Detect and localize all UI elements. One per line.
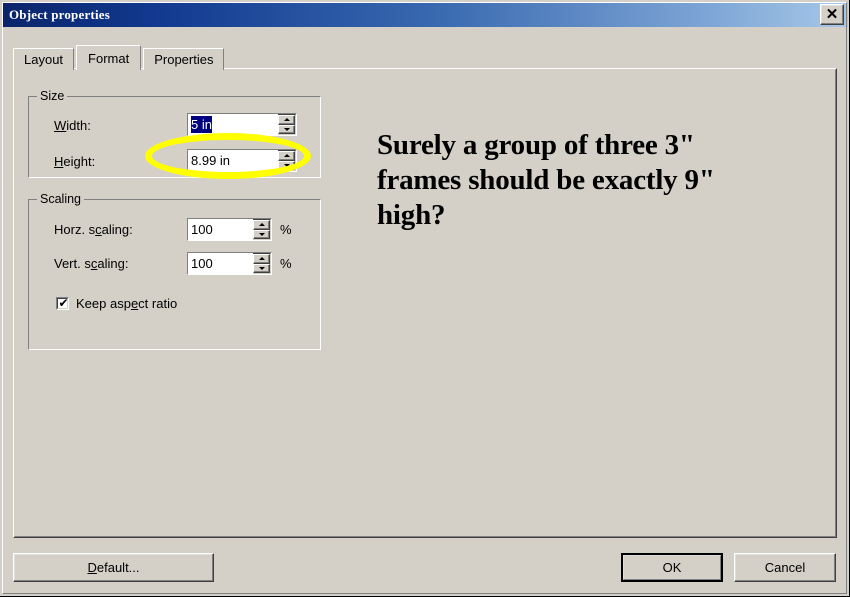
arrow-down-icon — [283, 163, 290, 167]
height-label-accel: H — [54, 154, 64, 169]
horz-scaling-spin-buttons — [253, 220, 270, 239]
horz-scaling-spinner[interactable]: 100 — [187, 218, 272, 241]
arrow-up-icon — [283, 154, 290, 158]
keep-aspect-label-post: ct ratio — [138, 296, 178, 311]
tab-properties[interactable]: Properties — [143, 48, 225, 70]
horz-scaling-unit: % — [280, 222, 292, 237]
keep-aspect-ratio-checkbox[interactable]: ✔ Keep aspect ratio — [56, 296, 177, 311]
width-spin-down-button[interactable] — [278, 124, 295, 134]
vert-scaling-label-pre: Vert. s — [54, 256, 91, 271]
keep-aspect-label-pre: Keep asp — [76, 296, 131, 311]
arrow-down-icon — [258, 266, 265, 270]
vert-scaling-spin-buttons — [253, 254, 270, 273]
vert-scaling-value: 100 — [191, 256, 213, 271]
arrow-up-icon — [283, 118, 290, 122]
scaling-group: Scaling Horz. scaling: 100 % Vert. scali… — [28, 192, 321, 350]
cancel-button[interactable]: Cancel — [734, 553, 836, 582]
dialog-titlebar[interactable]: Object properties ✕ — [2, 2, 848, 27]
width-spin-buttons — [278, 115, 295, 134]
default-button-text: efault... — [96, 560, 140, 575]
horz-scaling-spin-down-button[interactable] — [253, 229, 270, 239]
horz-scaling-spin-up-button[interactable] — [253, 220, 270, 230]
vert-scaling-spin-up-button[interactable] — [253, 254, 270, 264]
width-spinner[interactable]: 5 in — [187, 113, 297, 136]
width-spin-up-button[interactable] — [278, 115, 295, 125]
keep-aspect-ratio-label: Keep aspect ratio — [76, 296, 177, 311]
tab-format[interactable]: Format — [76, 45, 142, 70]
size-group-legend: Size — [37, 89, 68, 103]
tab-strip: Layout Format Properties — [13, 45, 226, 70]
vert-scaling-label: Vert. scaling: — [54, 256, 128, 271]
width-label: Width: — [54, 118, 91, 133]
vert-scaling-spinner[interactable]: 100 — [187, 252, 272, 275]
object-properties-dialog: Object properties ✕ Layout Format Proper… — [0, 0, 850, 597]
height-input[interactable]: 8.99 in — [188, 150, 278, 171]
arrow-up-icon — [258, 257, 265, 261]
height-spin-up-button[interactable] — [278, 151, 295, 161]
horz-scaling-value: 100 — [191, 222, 213, 237]
default-button[interactable]: Default... — [13, 553, 214, 582]
height-input-value: 8.99 in — [191, 153, 231, 168]
horz-scaling-input[interactable]: 100 — [188, 219, 253, 240]
width-input[interactable]: 5 in — [188, 114, 278, 135]
width-label-text: idth: — [66, 118, 91, 133]
tab-properties-label: Properties — [154, 52, 214, 67]
default-button-label: Default... — [87, 560, 139, 575]
horz-scaling-label-pre: Horz. s — [54, 222, 96, 237]
vert-scaling-unit: % — [280, 256, 292, 271]
width-label-accel: W — [54, 118, 67, 133]
vert-scaling-input[interactable]: 100 — [188, 253, 253, 274]
horz-scaling-label: Horz. scaling: — [54, 222, 133, 237]
height-label-text: eight: — [63, 154, 96, 169]
arrow-down-icon — [283, 127, 290, 131]
screenshot-root: Object properties ✕ Layout Format Proper… — [0, 0, 850, 597]
height-spinner[interactable]: 8.99 in — [187, 149, 297, 172]
vert-scaling-label-post: aling: — [97, 256, 129, 271]
checkmark-icon: ✔ — [58, 296, 69, 310]
vert-scaling-spin-down-button[interactable] — [253, 263, 270, 273]
ok-button[interactable]: OK — [621, 553, 723, 582]
tab-layout[interactable]: Layout — [13, 48, 75, 70]
dialog-title: Object properties — [9, 6, 110, 22]
close-button[interactable]: ✕ — [820, 4, 844, 25]
height-spin-buttons — [278, 151, 295, 170]
annotation-text: Surely a group of three 3" frames should… — [377, 129, 715, 231]
scaling-group-legend: Scaling — [37, 192, 84, 206]
width-input-value: 5 in — [191, 116, 212, 133]
checkbox-box[interactable]: ✔ — [56, 297, 69, 310]
default-button-accel: D — [87, 560, 97, 575]
cancel-button-label: Cancel — [764, 560, 806, 575]
size-group: Size Width: 5 in Height: 8.99 in — [28, 89, 321, 178]
close-icon: ✕ — [825, 6, 839, 23]
ok-button-label: OK — [662, 560, 682, 575]
height-label: Height: — [54, 154, 95, 169]
tab-format-label: Format — [88, 50, 130, 66]
height-spin-down-button[interactable] — [278, 160, 295, 170]
arrow-up-icon — [258, 223, 265, 227]
arrow-down-icon — [258, 232, 265, 236]
tab-layout-label: Layout — [24, 52, 64, 67]
horz-scaling-label-post: aling: — [101, 222, 133, 237]
